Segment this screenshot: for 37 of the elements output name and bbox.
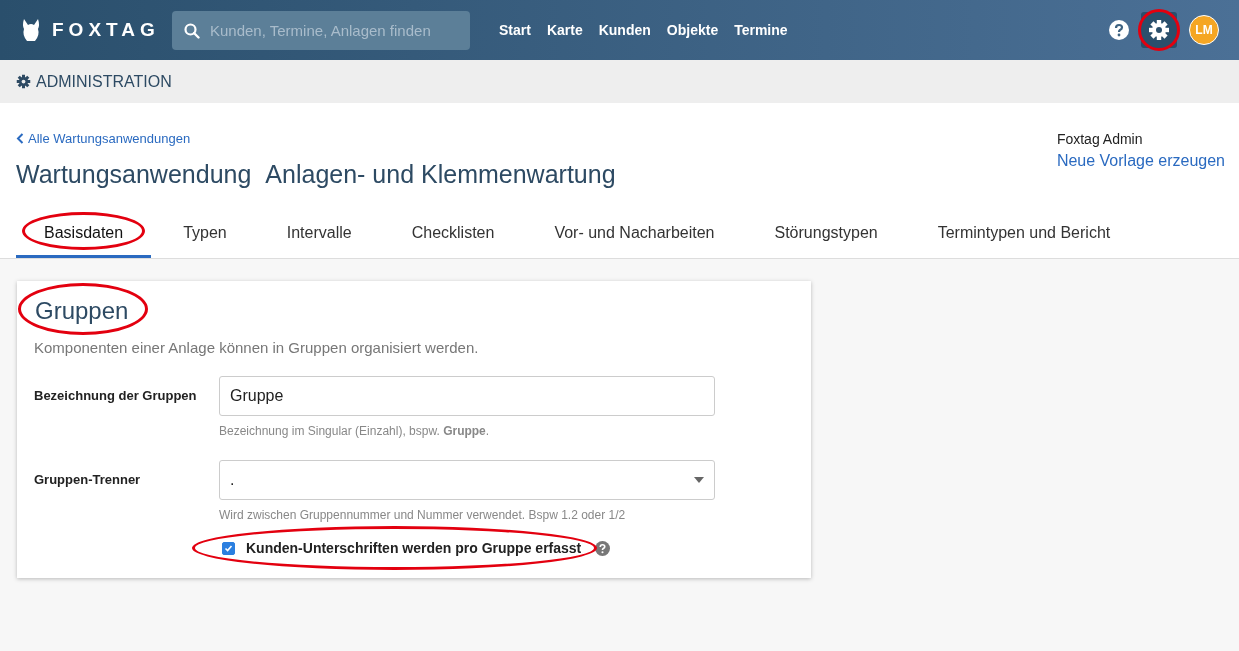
page-title: Wartungsanwendung: [16, 160, 252, 189]
user-name: Foxtag Admin: [1056, 131, 1144, 147]
tab[interactable]: Vor- und Nacharbeiten: [526, 210, 743, 258]
tab[interactable]: Störungstypen: [746, 210, 906, 258]
nav-link[interactable]: Kunden: [598, 22, 651, 38]
search-icon: [184, 22, 200, 39]
check-icon: [224, 543, 233, 553]
nav-link[interactable]: Karte: [546, 22, 583, 38]
brand-name: FOXTAG: [52, 19, 160, 41]
help-text: Bezeichnung im Singular (Einzahl), bspw. Gruppe.: [219, 424, 491, 438]
chevron-left-icon: [16, 133, 24, 144]
fox-logo-icon: [20, 17, 42, 43]
tab[interactable]: Checklisten: [383, 210, 523, 258]
search-field[interactable]: Kunden, Termine, Anlagen finden: [172, 10, 470, 50]
nav-link[interactable]: Objekte: [666, 22, 719, 38]
field-label: Bezeichnung der Gruppen: [34, 387, 198, 405]
help-icon[interactable]: [595, 540, 611, 556]
back-link[interactable]: Alle Wartungsanwendungen: [16, 131, 191, 146]
card-description: Komponenten einer Anlage können in Gruppen organisiert werden.: [34, 339, 480, 356]
nav-link[interactable]: Start: [499, 22, 531, 38]
caret-icon: [694, 477, 704, 483]
settings-icon: [16, 74, 31, 89]
card-title: Gruppen: [34, 297, 129, 324]
tab[interactable]: Typen: [155, 210, 255, 258]
checkbox[interactable]: [222, 541, 235, 555]
text-field[interactable]: Gruppe: [219, 376, 715, 416]
dropdown[interactable]: .: [219, 460, 715, 500]
field-label: Gruppen-Trenner: [34, 471, 142, 489]
help-icon[interactable]: [1109, 20, 1129, 40]
new-template-link[interactable]: Neue Vorlage erzeugen: [1056, 152, 1225, 170]
tab[interactable]: Intervalle: [258, 210, 380, 258]
tab[interactable]: Termintypen und Bericht: [909, 210, 1139, 258]
checkbox-label: Kunden-Unterschriften werden pro Gruppe erfasst: [246, 540, 582, 556]
page-subtitle: Anlagen- und Klemmenwartung: [265, 160, 616, 189]
nav-link[interactable]: Termine: [734, 22, 788, 38]
help-text: Wird zwischen Gruppennummer und Nummer verwendet. Bspw 1.2 oder 1/2: [219, 508, 627, 522]
section-title: ADMINISTRATION: [36, 72, 172, 91]
